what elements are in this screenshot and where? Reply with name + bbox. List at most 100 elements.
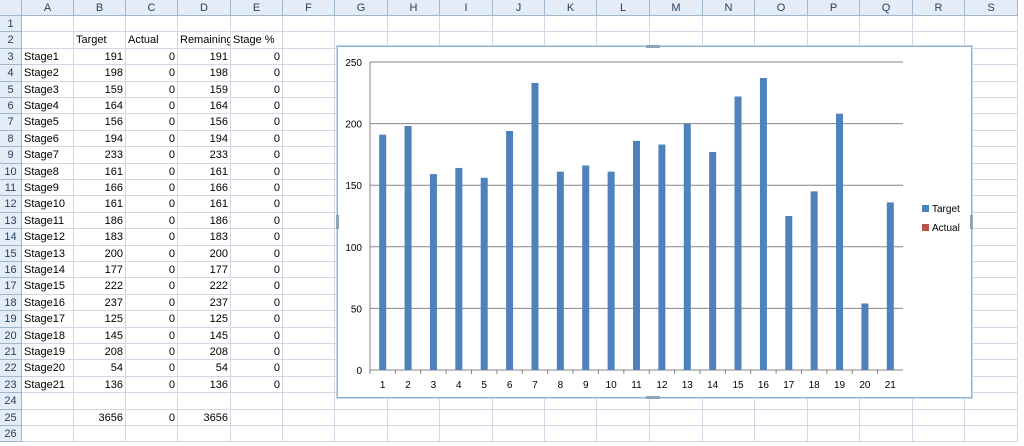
stage-pct-cell[interactable]: 0 xyxy=(231,327,283,344)
remaining-cell[interactable]: 208 xyxy=(178,344,231,361)
remaining-cell[interactable]: 161 xyxy=(178,196,231,213)
total-remaining-cell[interactable]: 3656 xyxy=(178,409,231,426)
cell[interactable] xyxy=(126,393,178,410)
column-header-P[interactable]: P xyxy=(808,0,860,16)
stage-pct-cell[interactable]: 0 xyxy=(231,65,283,82)
target-cell[interactable]: 125 xyxy=(74,311,126,328)
cell[interactable] xyxy=(808,16,860,33)
cell[interactable] xyxy=(283,409,335,426)
stage-name-cell[interactable]: Stage8 xyxy=(22,163,74,180)
cell[interactable] xyxy=(965,65,1018,82)
actual-cell[interactable]: 0 xyxy=(126,229,178,246)
row-header-7[interactable]: 7 xyxy=(0,114,22,131)
row-header-10[interactable]: 10 xyxy=(0,163,22,180)
column-header-I[interactable]: I xyxy=(440,0,493,16)
cell[interactable] xyxy=(283,114,335,131)
cell[interactable] xyxy=(965,32,1018,49)
remaining-cell[interactable]: 164 xyxy=(178,98,231,115)
stage-name-cell[interactable]: Stage4 xyxy=(22,98,74,115)
chart-resize-handle-left[interactable] xyxy=(336,215,339,229)
stage-name-cell[interactable]: Stage6 xyxy=(22,130,74,148)
remaining-cell[interactable]: 194 xyxy=(178,130,231,148)
cell[interactable] xyxy=(965,344,1018,361)
cell[interactable] xyxy=(965,262,1018,279)
column-header-C[interactable]: C xyxy=(126,0,178,16)
actual-cell[interactable]: 0 xyxy=(126,311,178,328)
stage-pct-cell[interactable]: 0 xyxy=(231,344,283,361)
cell[interactable] xyxy=(126,426,178,443)
target-cell[interactable]: 194 xyxy=(74,130,126,148)
cell[interactable] xyxy=(808,426,860,443)
cell[interactable] xyxy=(650,16,703,33)
remaining-cell[interactable]: 191 xyxy=(178,48,231,66)
cell[interactable] xyxy=(965,311,1018,328)
stage-name-cell[interactable]: Stage11 xyxy=(22,212,74,230)
remaining-cell[interactable]: 161 xyxy=(178,163,231,180)
stage-name-cell[interactable]: Stage2 xyxy=(22,65,74,82)
cell[interactable] xyxy=(965,130,1018,148)
cell[interactable] xyxy=(283,32,335,49)
cell[interactable] xyxy=(860,409,913,426)
cell[interactable] xyxy=(283,426,335,443)
actual-cell[interactable]: 0 xyxy=(126,360,178,377)
stage-pct-cell[interactable]: 0 xyxy=(231,130,283,148)
row-header-19[interactable]: 19 xyxy=(0,311,22,328)
cell[interactable] xyxy=(335,16,388,33)
column-header-B[interactable]: B xyxy=(74,0,126,16)
total-target-cell[interactable]: 3656 xyxy=(74,409,126,426)
cell[interactable] xyxy=(178,426,231,443)
row-header-24[interactable]: 24 xyxy=(0,393,22,410)
cell[interactable] xyxy=(22,409,74,426)
cell[interactable] xyxy=(860,426,913,443)
row-header-11[interactable]: 11 xyxy=(0,180,22,197)
remaining-cell[interactable]: 237 xyxy=(178,294,231,312)
row-header-6[interactable]: 6 xyxy=(0,98,22,115)
stage-pct-cell[interactable]: 0 xyxy=(231,212,283,230)
target-cell[interactable]: 145 xyxy=(74,327,126,344)
column-header-H[interactable]: H xyxy=(388,0,440,16)
row-header-13[interactable]: 13 xyxy=(0,212,22,230)
cell[interactable] xyxy=(965,163,1018,180)
actual-cell[interactable]: 0 xyxy=(126,48,178,66)
stage-name-cell[interactable]: Stage12 xyxy=(22,229,74,246)
row-header-15[interactable]: 15 xyxy=(0,245,22,262)
stage-name-cell[interactable]: Stage19 xyxy=(22,344,74,361)
chart-resize-handle-top[interactable] xyxy=(646,45,660,48)
cell[interactable] xyxy=(493,426,545,443)
target-cell[interactable]: 208 xyxy=(74,344,126,361)
cell[interactable] xyxy=(650,409,703,426)
cell[interactable] xyxy=(597,426,650,443)
cell[interactable] xyxy=(283,81,335,98)
cell[interactable] xyxy=(283,376,335,394)
row-header-8[interactable]: 8 xyxy=(0,130,22,148)
stage-name-cell[interactable]: Stage1 xyxy=(22,48,74,66)
header-remaining[interactable]: Remaining xyxy=(178,32,231,49)
target-cell[interactable]: 159 xyxy=(74,81,126,98)
row-header-22[interactable]: 22 xyxy=(0,360,22,377)
cell[interactable] xyxy=(965,245,1018,262)
column-header-F[interactable]: F xyxy=(283,0,335,16)
cell[interactable] xyxy=(493,16,545,33)
actual-cell[interactable]: 0 xyxy=(126,180,178,197)
target-cell[interactable]: 183 xyxy=(74,229,126,246)
cell[interactable] xyxy=(178,393,231,410)
remaining-cell[interactable]: 136 xyxy=(178,376,231,394)
remaining-cell[interactable]: 156 xyxy=(178,114,231,131)
stage-pct-cell[interactable]: 0 xyxy=(231,245,283,262)
cell[interactable] xyxy=(283,163,335,180)
cell[interactable] xyxy=(74,426,126,443)
stage-pct-cell[interactable]: 0 xyxy=(231,196,283,213)
column-header-O[interactable]: O xyxy=(755,0,808,16)
cell[interactable] xyxy=(22,16,74,33)
cell[interactable] xyxy=(335,426,388,443)
stage-pct-cell[interactable]: 0 xyxy=(231,147,283,164)
actual-cell[interactable]: 0 xyxy=(126,212,178,230)
stage-name-cell[interactable]: Stage14 xyxy=(22,262,74,279)
actual-cell[interactable]: 0 xyxy=(126,163,178,180)
row-header-16[interactable]: 16 xyxy=(0,262,22,279)
chart-resize-handle-bottom[interactable] xyxy=(646,396,660,399)
stage-pct-cell[interactable]: 0 xyxy=(231,48,283,66)
cell[interactable] xyxy=(283,48,335,66)
target-cell[interactable]: 156 xyxy=(74,114,126,131)
stage-pct-cell[interactable]: 0 xyxy=(231,81,283,98)
